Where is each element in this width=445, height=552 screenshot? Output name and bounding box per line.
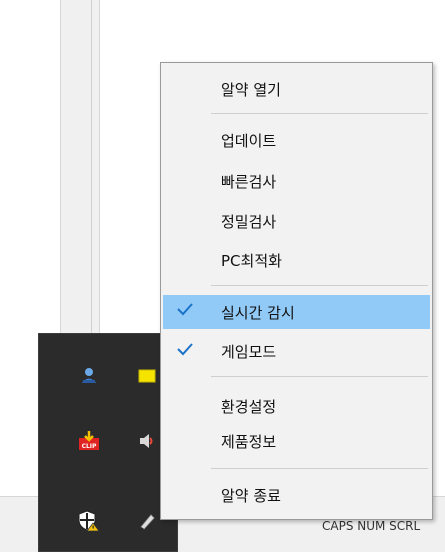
menu-item-label: 정밀검사 <box>221 213 277 231</box>
sticky-note-icon[interactable] <box>135 364 159 388</box>
svg-text:CLIP: CLIP <box>82 443 97 450</box>
menu-item-quick-scan[interactable]: 빠른검사 <box>163 165 430 195</box>
menu-item-label: PC최적화 <box>221 252 282 270</box>
checkmark-icon <box>175 339 195 359</box>
menu-item-label: 알약 종료 <box>221 487 281 505</box>
menu-separator <box>211 468 428 469</box>
menu-item-exit[interactable]: 알약 종료 <box>163 479 430 509</box>
network-user-icon[interactable] <box>77 364 101 388</box>
menu-separator <box>211 376 428 377</box>
security-shield-warning-icon[interactable] <box>77 509 101 533</box>
menu-item-label: 제품정보 <box>221 433 277 451</box>
menu-item-label: 환경설정 <box>221 398 277 416</box>
tray-context-menu: 알약 열기 업데이트 빠른검사 정밀검사 PC최적화 실시간 감시 게임모드 환… <box>160 62 433 520</box>
menu-item-realtime-monitor[interactable]: 실시간 감시 <box>163 295 430 329</box>
status-indicators: CAPS NUM SCRL <box>322 519 421 533</box>
menu-item-pc-optimize[interactable]: PC최적화 <box>163 244 430 274</box>
menu-item-label: 게임모드 <box>221 343 277 361</box>
menu-item-label: 실시간 감시 <box>221 304 295 322</box>
menu-item-update[interactable]: 업데이트 <box>163 124 430 154</box>
pen-tool-icon[interactable] <box>135 509 159 533</box>
menu-item-label: 빠른검사 <box>221 173 277 191</box>
menu-separator <box>211 113 428 114</box>
menu-item-product-info[interactable]: 제품정보 <box>163 425 430 455</box>
menu-item-full-scan[interactable]: 정밀검사 <box>163 205 430 235</box>
clip-download-icon[interactable]: CLIP <box>77 429 101 453</box>
menu-separator <box>211 285 428 286</box>
menu-item-settings[interactable]: 환경설정 <box>163 390 430 420</box>
menu-item-open[interactable]: 알약 열기 <box>163 73 430 103</box>
tray-overflow-popup: CLIP <box>38 333 178 552</box>
menu-item-game-mode[interactable]: 게임모드 <box>163 335 430 365</box>
menu-item-label: 업데이트 <box>221 132 277 150</box>
checkmark-icon <box>175 299 195 319</box>
menu-item-label: 알약 열기 <box>221 81 281 99</box>
speaker-icon[interactable] <box>135 429 159 453</box>
